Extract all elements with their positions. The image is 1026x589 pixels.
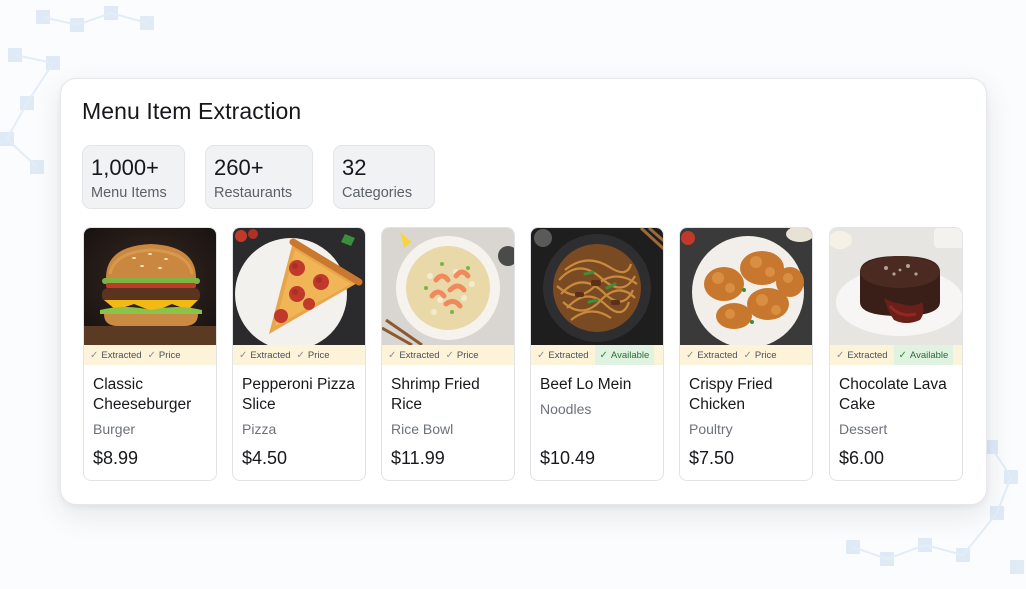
fried-chicken-photo <box>680 228 812 345</box>
item-category: Pizza <box>242 421 277 437</box>
item-name: Classic Cheeseburger <box>93 376 192 413</box>
item-name: Shrimp Fried Rice <box>391 376 480 413</box>
item-category: Rice Bowl <box>391 421 454 437</box>
menu-item-card[interactable]: ✓ Extracted ✓ Price Shrimp Fried Rice Rice… <box>381 227 515 481</box>
check-icon: ✓ <box>147 349 156 361</box>
item-price: $8.99 <box>93 448 139 468</box>
check-icon: ✓ <box>686 349 695 361</box>
lo-mein-photo <box>531 228 663 345</box>
item-category: Burger <box>93 421 136 437</box>
lava-cake-photo <box>830 228 962 345</box>
check-icon: ✓ <box>239 349 248 361</box>
tag-extracted: ✓ Extracted <box>90 349 142 361</box>
tag-price: ✓ Price <box>743 349 777 361</box>
stat-categories: 32 Categories <box>333 145 435 209</box>
extraction-tags: ✓ Extracted ✓ Price <box>84 345 216 365</box>
item-name: Beef Lo Mein <box>540 376 632 393</box>
item-category: Dessert <box>839 421 888 437</box>
stat-label: Categories <box>342 185 413 201</box>
stat-restaurants: 260+ Restaurants <box>205 145 313 209</box>
tag-price: ✓ Price <box>445 349 479 361</box>
tag-extracted: ✓ Extracted <box>836 349 888 361</box>
item-category: Noodles <box>540 401 592 417</box>
item-price: $4.50 <box>242 448 288 468</box>
item-name: Crispy Fried Chicken <box>689 376 773 413</box>
tag-available: ✓ Available <box>893 345 954 365</box>
menu-item-card[interactable]: ✓ Extracted ✓ Available Beef Lo Mein Noodl… <box>530 227 664 481</box>
stat-label: Menu Items <box>91 185 167 201</box>
extraction-tags: ✓ Extracted ✓ Price <box>233 345 365 365</box>
cheeseburger-photo <box>84 228 216 345</box>
check-icon: ✓ <box>537 349 546 361</box>
menu-item-card[interactable]: ✓ Extracted ✓ Price Crispy Fried Chicken P… <box>679 227 813 481</box>
check-icon: ✓ <box>90 349 99 361</box>
stat-value: 1,000+ <box>91 155 159 180</box>
extraction-tags: ✓ Extracted ✓ Price <box>680 345 812 365</box>
panel-title: Menu Item Extraction <box>82 98 302 124</box>
item-name: Chocolate Lava Cake <box>839 376 947 413</box>
item-price: $6.00 <box>839 448 885 468</box>
stat-label: Restaurants <box>214 185 293 201</box>
pizza-slice-photo <box>233 228 365 345</box>
stat-value: 32 <box>342 155 367 180</box>
menu-item-card[interactable]: ✓ Extracted ✓ Price Classic Cheeseburger B… <box>83 227 217 481</box>
menu-item-card[interactable]: ✓ Extracted ✓ Available Chocolate Lava Cak… <box>829 227 963 481</box>
item-price: $7.50 <box>689 448 735 468</box>
check-icon: ✓ <box>599 349 608 361</box>
extraction-tags: ✓ Extracted ✓ Available <box>830 345 962 365</box>
shrimp-fried-rice-photo <box>382 228 514 345</box>
stat-value: 260+ <box>214 155 264 180</box>
tag-extracted: ✓ Extracted <box>239 349 291 361</box>
tag-extracted: ✓ Extracted <box>686 349 738 361</box>
menu-extraction-panel: Menu Item Extraction 1,000+ Menu Items 2… <box>60 78 987 505</box>
tag-available: ✓ Available <box>594 345 655 365</box>
tag-extracted: ✓ Extracted <box>388 349 440 361</box>
menu-item-card[interactable]: ✓ Extracted ✓ Price Pepperoni Pizza Slice … <box>232 227 366 481</box>
tag-price: ✓ Price <box>147 349 181 361</box>
item-price: $11.99 <box>391 448 445 468</box>
item-name: Pepperoni Pizza Slice <box>242 376 355 413</box>
item-category: Poultry <box>689 421 733 437</box>
item-price: $10.49 <box>540 448 596 468</box>
extraction-tags: ✓ Extracted ✓ Available <box>531 345 663 365</box>
check-icon: ✓ <box>898 349 907 361</box>
check-icon: ✓ <box>388 349 397 361</box>
check-icon: ✓ <box>836 349 845 361</box>
stat-menu-items: 1,000+ Menu Items <box>82 145 185 209</box>
tag-price: ✓ Price <box>296 349 330 361</box>
tag-extracted: ✓ Extracted <box>537 349 589 361</box>
check-icon: ✓ <box>743 349 752 361</box>
check-icon: ✓ <box>296 349 305 361</box>
extraction-tags: ✓ Extracted ✓ Price <box>382 345 514 365</box>
check-icon: ✓ <box>445 349 454 361</box>
